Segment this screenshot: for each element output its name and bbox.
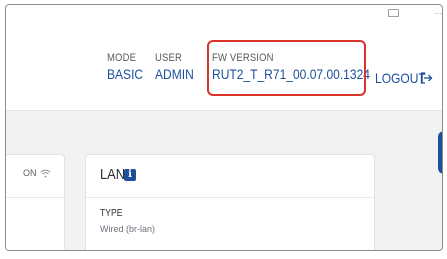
wireless-card: ON xyxy=(6,154,65,250)
wifi-status: ON xyxy=(23,168,51,178)
wifi-status-text: ON xyxy=(23,168,37,178)
window-icon[interactable] xyxy=(388,9,399,17)
mode-label: MODE xyxy=(107,52,137,64)
lan-title: LAN xyxy=(100,166,126,183)
top-strip-text: ... xyxy=(434,6,442,16)
lan-card: LAN i TYPE Wired (br-lan) xyxy=(85,154,375,250)
lan-type-label: TYPE xyxy=(100,208,123,219)
top-strip: ... xyxy=(6,5,442,21)
logout-button[interactable]: LOGOUT xyxy=(375,70,433,86)
user-value[interactable]: ADMIN xyxy=(155,65,194,83)
header-bar: MODE BASIC USER ADMIN FW VERSION RUT2_T_… xyxy=(6,21,442,111)
lan-card-divider xyxy=(86,197,374,198)
mode-field: MODE BASIC xyxy=(107,51,149,83)
browser-viewport: ... MODE BASIC USER ADMIN FW VERSION RUT… xyxy=(5,4,443,251)
user-field: USER ADMIN xyxy=(155,51,200,83)
mode-value[interactable]: BASIC xyxy=(107,65,143,83)
wifi-icon xyxy=(39,169,51,177)
wireless-card-divider xyxy=(6,197,64,198)
info-icon[interactable]: i xyxy=(124,168,136,181)
side-panel-handle[interactable] xyxy=(438,131,442,174)
lan-card-header: LAN i xyxy=(100,166,136,183)
user-label: USER xyxy=(155,52,182,64)
logout-label: LOGOUT xyxy=(375,70,426,86)
lan-type-value: Wired (br-lan) xyxy=(100,224,156,234)
fw-version-highlight xyxy=(207,40,366,96)
